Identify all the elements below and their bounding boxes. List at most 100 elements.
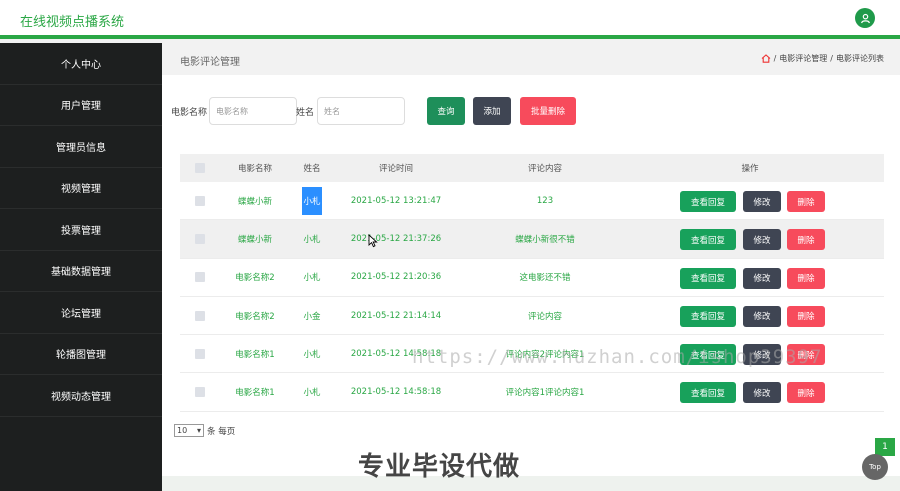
cell-movie-name: 电影名称1 bbox=[235, 388, 275, 399]
pagination: 10 ▾ 条 每页 bbox=[174, 424, 235, 437]
batch-delete-button[interactable]: 批量删除 bbox=[520, 97, 576, 125]
table-row: 蝶蝶小新 小札 2021-05-12 21:37:26 蝶蝶小新很不错 查看回复… bbox=[180, 220, 884, 259]
breadcrumb-level2: 电影评论列表 bbox=[836, 54, 884, 63]
sidebar-item-video-news[interactable]: 视频动态管理 bbox=[0, 375, 162, 417]
table-header: 电影名称 姓名 评论时间 评论内容 操作 bbox=[180, 154, 884, 182]
sidebar-item-user-management[interactable]: 用户管理 bbox=[0, 85, 162, 126]
sidebar-item-label: 轮播图管理 bbox=[56, 350, 106, 362]
row-checkbox[interactable] bbox=[195, 387, 205, 398]
cell-comment-time: 2021-05-12 21:20:36 bbox=[350, 272, 442, 283]
edit-button[interactable]: 修改 bbox=[743, 267, 781, 289]
delete-button[interactable]: 删除 bbox=[787, 191, 825, 212]
page-header: 电影评论管理 / 电影评论管理 / 电影评论列表 bbox=[162, 43, 900, 75]
sidebar-item-basic-data[interactable]: 基础数据管理 bbox=[0, 251, 162, 292]
edit-button[interactable]: 修改 bbox=[743, 229, 781, 251]
cell-comment-content: 123 bbox=[536, 195, 554, 206]
view-reply-button[interactable]: 查看回复 bbox=[680, 267, 736, 289]
sidebar-item-label: 管理员信息 bbox=[56, 142, 106, 154]
cell-comment-time: 2021-05-12 21:14:14 bbox=[350, 310, 442, 321]
delete-button[interactable]: 删除 bbox=[787, 305, 825, 327]
name-input[interactable]: 姓名 bbox=[317, 97, 405, 125]
sidebar-item-label: 个人中心 bbox=[61, 59, 101, 71]
cell-movie-name: 蝶蝶小新 bbox=[237, 196, 272, 207]
table-row: 电影名称2 小金 2021-05-12 21:14:14 评论内容 查看回复 修… bbox=[180, 296, 884, 336]
row-checkbox[interactable] bbox=[195, 348, 205, 359]
row-checkbox[interactable] bbox=[195, 272, 205, 283]
cell-comment-time: 2021-05-12 13:21:47 bbox=[350, 195, 442, 206]
chevron-down-icon: ▾ bbox=[196, 426, 201, 435]
edit-button[interactable]: 修改 bbox=[743, 191, 781, 212]
sidebar-item-vote-management[interactable]: 投票管理 bbox=[0, 209, 162, 251]
search-bar: 电影名称 电影名称 姓名 姓名 查询 添加 批量删除 bbox=[162, 97, 900, 125]
cell-movie-name: 电影名称1 bbox=[235, 349, 275, 360]
cell-comment-content: 蝶蝶小新很不错 bbox=[515, 234, 575, 245]
breadcrumb-level1[interactable]: 电影评论管理 bbox=[779, 53, 827, 64]
user-glyph bbox=[860, 13, 870, 23]
row-checkbox[interactable] bbox=[195, 195, 205, 206]
table-row: 电影名称2 小札 2021-05-12 21:20:36 这电影还不错 查看回复… bbox=[180, 258, 884, 297]
sidebar-item-label: 基础数据管理 bbox=[51, 267, 111, 279]
sidebar: 个人中心 用户管理 管理员信息 视频管理 投票管理 基础数据管理 论坛管理 轮播… bbox=[0, 43, 162, 491]
view-reply-button[interactable]: 查看回复 bbox=[680, 229, 736, 251]
main-content: 电影评论管理 / 电影评论管理 / 电影评论列表 电影名称 电影名称 姓名 姓名… bbox=[162, 43, 900, 491]
view-reply-button[interactable]: 查看回复 bbox=[680, 191, 736, 212]
page-size-select[interactable]: 10 ▾ bbox=[174, 424, 204, 437]
cell-comment-time: 2021-05-12 14:58:18 bbox=[350, 387, 442, 398]
cell-comment-time: 2021-05-12 21:37:26 bbox=[350, 233, 442, 244]
comments-table: 电影名称 姓名 评论时间 评论内容 操作 蝶蝶小新 小札 2021-05-12 … bbox=[180, 154, 884, 412]
cell-name: 小金 bbox=[303, 311, 321, 322]
home-icon[interactable] bbox=[761, 54, 771, 63]
row-checkbox[interactable] bbox=[195, 233, 205, 244]
table-row: 蝶蝶小新 小札 2021-05-12 13:21:47 123 查看回复 修改 … bbox=[180, 182, 884, 221]
watermark: https://www.huzhan.com/ishop39397 bbox=[412, 346, 823, 368]
back-to-top-button[interactable]: Top bbox=[862, 454, 888, 480]
movie-name-input[interactable]: 电影名称 bbox=[209, 97, 297, 125]
page-size-value: 10 bbox=[177, 426, 188, 435]
app-title: 在线视频点播系统 bbox=[20, 15, 125, 30]
header-comment-content[interactable]: 评论内容 bbox=[480, 154, 610, 182]
row-checkbox[interactable] bbox=[195, 310, 205, 321]
cell-name: 小札 bbox=[303, 273, 321, 284]
select-all-checkbox[interactable] bbox=[195, 163, 205, 173]
per-page-label: 条 每页 bbox=[207, 426, 236, 437]
cell-movie-name: 电影名称2 bbox=[235, 273, 275, 284]
query-button[interactable]: 查询 bbox=[427, 97, 465, 125]
cell-name: 小札 bbox=[302, 186, 322, 215]
current-page-button[interactable]: 1 bbox=[875, 438, 895, 456]
cell-name: 小札 bbox=[303, 349, 321, 360]
user-icon[interactable] bbox=[855, 8, 875, 28]
cell-comment-content: 评论内容 bbox=[527, 311, 562, 322]
sidebar-item-label: 用户管理 bbox=[61, 101, 101, 113]
breadcrumb-separator: / bbox=[773, 54, 777, 63]
delete-button[interactable]: 删除 bbox=[787, 229, 825, 251]
cell-name: 小札 bbox=[303, 388, 321, 399]
sidebar-item-video-management[interactable]: 视频管理 bbox=[0, 168, 162, 209]
name-label: 姓名 bbox=[296, 108, 315, 118]
sidebar-item-label: 投票管理 bbox=[61, 225, 101, 237]
delete-button[interactable]: 删除 bbox=[787, 267, 825, 289]
view-reply-button[interactable]: 查看回复 bbox=[680, 382, 736, 404]
add-button[interactable]: 添加 bbox=[473, 97, 511, 125]
cell-comment-content: 这电影还不错 bbox=[519, 273, 571, 284]
view-reply-button[interactable]: 查看回复 bbox=[680, 305, 736, 327]
sidebar-item-admin-info[interactable]: 管理员信息 bbox=[0, 126, 162, 168]
caption-overlay: 专业毕设代做 bbox=[358, 452, 521, 482]
sidebar-item-personal-center[interactable]: 个人中心 bbox=[0, 43, 162, 85]
edit-button[interactable]: 修改 bbox=[743, 305, 781, 327]
cell-movie-name: 蝶蝶小新 bbox=[237, 234, 272, 245]
edit-button[interactable]: 修改 bbox=[743, 382, 781, 404]
header-name[interactable]: 姓名 bbox=[296, 154, 328, 182]
header-operations: 操作 bbox=[741, 164, 759, 174]
movie-name-label: 电影名称 bbox=[171, 108, 208, 118]
top-bar: 在线视频点播系统 bbox=[0, 0, 900, 39]
header-comment-time[interactable]: 评论时间 bbox=[340, 154, 452, 182]
cell-movie-name: 电影名称2 bbox=[235, 311, 275, 322]
page-title: 电影评论管理 bbox=[180, 57, 240, 68]
sidebar-item-carousel-management[interactable]: 轮播图管理 bbox=[0, 334, 162, 375]
sidebar-item-label: 论坛管理 bbox=[61, 308, 101, 320]
sidebar-item-forum-management[interactable]: 论坛管理 bbox=[0, 292, 162, 334]
sidebar-item-label: 视频动态管理 bbox=[51, 391, 111, 403]
sidebar-item-label: 视频管理 bbox=[61, 184, 101, 196]
header-movie-name[interactable]: 电影名称 bbox=[216, 154, 294, 182]
delete-button[interactable]: 删除 bbox=[787, 382, 825, 404]
